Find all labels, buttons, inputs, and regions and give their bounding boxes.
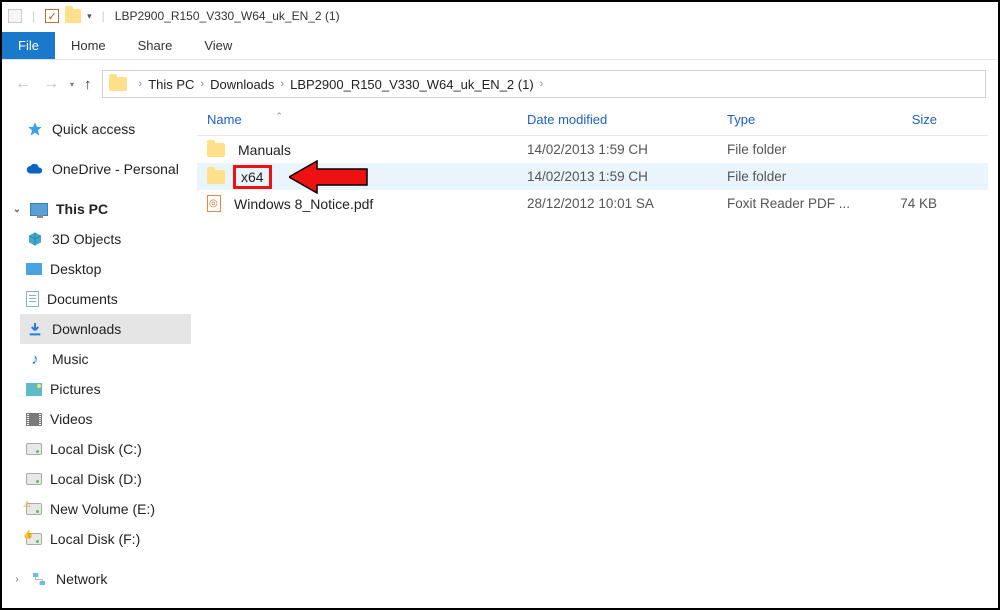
file-name: Manuals [233, 141, 296, 159]
document-icon [26, 291, 39, 307]
label: Music [52, 351, 89, 367]
videos-icon [26, 413, 42, 426]
file-list: Name ⌃ Date modified Type Size Manuals 1… [197, 104, 998, 606]
label: Local Disk (C:) [50, 441, 142, 457]
file-date: 14/02/2013 1:59 CH [517, 169, 717, 184]
star-icon [26, 120, 44, 138]
folder-qat-icon[interactable] [65, 9, 81, 23]
file-row[interactable]: x64 14/02/2013 1:59 CH File folder [197, 163, 988, 190]
share-tab[interactable]: Share [122, 32, 189, 59]
sidebar-item-documents[interactable]: Documents [20, 284, 191, 314]
chevron-right-icon[interactable]: › [280, 78, 284, 90]
sidebar-item-desktop[interactable]: Desktop [20, 254, 191, 284]
col-header-type[interactable]: Type [717, 104, 867, 135]
folder-icon [207, 170, 225, 184]
ribbon: File Home Share View [2, 30, 998, 60]
chevron-right-icon[interactable]: › [200, 78, 204, 90]
chevron-right-icon[interactable]: › [540, 78, 544, 90]
label: Local Disk (F:) [50, 531, 140, 547]
app-icon [8, 9, 22, 23]
folder-icon [207, 143, 225, 157]
music-icon: ♪ [26, 350, 44, 368]
forward-button[interactable]: → [42, 75, 60, 93]
label: Documents [47, 291, 118, 307]
pc-icon [30, 203, 48, 216]
file-name: x64 [233, 165, 272, 189]
sidebar-item-3d-objects[interactable]: 3D Objects [20, 224, 191, 254]
sort-asc-icon: ⌃ [275, 111, 283, 122]
file-type: File folder [717, 169, 867, 184]
network-icon [30, 570, 48, 588]
nav-row: ← → ▾ ↑ › This PC › Downloads › LBP2900_… [2, 64, 998, 104]
desktop-icon [26, 263, 42, 275]
col-header-date[interactable]: Date modified [517, 104, 717, 135]
cloud-icon [26, 160, 44, 178]
qat-dropdown-icon[interactable]: ▾ [87, 11, 92, 22]
history-dropdown-icon[interactable]: ▾ [70, 80, 74, 89]
sidebar-item-onedrive[interactable]: OneDrive - Personal [20, 154, 191, 184]
file-date: 28/12/2012 10:01 SA [517, 196, 717, 211]
col-header-name[interactable]: Name ⌃ [197, 104, 517, 135]
window-title: LBP2900_R150_V330_W64_uk_EN_2 (1) [115, 9, 340, 23]
sidebar-item-disk-e[interactable]: New Volume (E:) [20, 494, 191, 524]
sidebar-item-disk-d[interactable]: Local Disk (D:) [20, 464, 191, 494]
sidebar-item-downloads[interactable]: Downloads [20, 314, 191, 344]
file-date: 14/02/2013 1:59 CH [517, 142, 717, 157]
crumb-downloads[interactable]: Downloads [210, 77, 274, 92]
sidebar-item-network[interactable]: › Network [20, 564, 191, 594]
sidebar-item-pictures[interactable]: Pictures [20, 374, 191, 404]
cube-icon [26, 230, 44, 248]
pdf-icon [207, 195, 221, 212]
pictures-icon [26, 383, 42, 396]
annotation-arrow-icon [289, 158, 369, 196]
label: Desktop [50, 261, 101, 277]
label: Pictures [50, 381, 101, 397]
collapse-icon[interactable]: ⌄ [12, 204, 22, 215]
label: Videos [50, 411, 93, 427]
label: Network [56, 571, 107, 587]
view-tab[interactable]: View [188, 32, 248, 59]
chevron-right-icon[interactable]: › [139, 78, 143, 90]
sidebar-item-disk-c[interactable]: Local Disk (C:) [20, 434, 191, 464]
crumb-current[interactable]: LBP2900_R150_V330_W64_uk_EN_2 (1) [290, 77, 534, 92]
label: Downloads [52, 321, 121, 337]
label: OneDrive - Personal [52, 161, 179, 177]
sidebar-item-this-pc[interactable]: ⌄ This PC [20, 194, 191, 224]
expand-icon[interactable]: › [12, 574, 22, 585]
back-button[interactable]: ← [14, 75, 32, 93]
disk-icon [26, 473, 42, 485]
folder-icon [109, 77, 127, 91]
address-bar[interactable]: › This PC › Downloads › LBP2900_R150_V33… [102, 70, 986, 98]
sidebar-item-quick-access[interactable]: Quick access [20, 114, 191, 144]
disk-icon [26, 443, 42, 455]
disk-warning-icon [26, 503, 42, 515]
separator: | [102, 9, 105, 23]
file-size: 74 KB [867, 196, 947, 211]
separator: | [32, 9, 35, 23]
label: New Volume (E:) [50, 501, 155, 517]
sidebar-item-music[interactable]: ♪ Music [20, 344, 191, 374]
content-area: Quick access OneDrive - Personal ⌄ This … [2, 104, 998, 606]
crumb-this-pc[interactable]: This PC [148, 77, 194, 92]
file-type: Foxit Reader PDF ... [717, 196, 867, 211]
label: Quick access [52, 121, 135, 137]
file-name: Windows 8_Notice.pdf [229, 195, 378, 213]
sidebar-item-disk-f[interactable]: Local Disk (F:) [20, 524, 191, 554]
properties-qat-icon[interactable]: ✓ [45, 9, 59, 23]
label: This PC [56, 201, 108, 217]
file-type: File folder [717, 142, 867, 157]
nav-pane: Quick access OneDrive - Personal ⌄ This … [2, 104, 197, 606]
file-tab[interactable]: File [2, 32, 55, 59]
title-bar: | ✓ ▾ | LBP2900_R150_V330_W64_uk_EN_2 (1… [2, 2, 998, 30]
disk-icon [26, 533, 42, 545]
download-icon [26, 320, 44, 338]
label: 3D Objects [52, 231, 121, 247]
col-header-size[interactable]: Size [867, 104, 947, 135]
up-button[interactable]: ↑ [84, 76, 92, 93]
sidebar-item-videos[interactable]: Videos [20, 404, 191, 434]
quick-access-toolbar: | ✓ ▾ | [8, 9, 109, 23]
home-tab[interactable]: Home [55, 32, 122, 59]
label: Local Disk (D:) [50, 471, 142, 487]
column-headers: Name ⌃ Date modified Type Size [197, 104, 988, 136]
